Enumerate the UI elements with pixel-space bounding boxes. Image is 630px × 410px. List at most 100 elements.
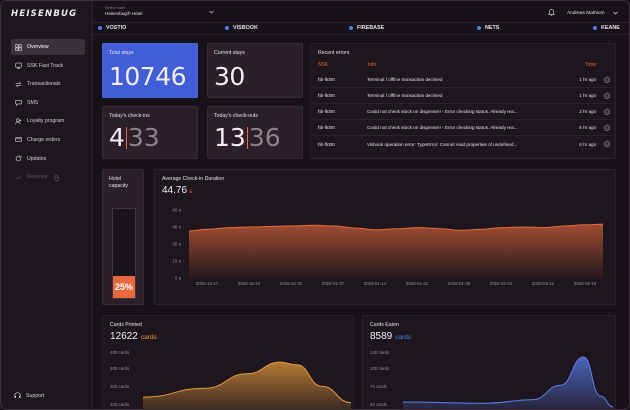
table-row[interactable]: hb-ft000 Visbook operation error: TypeEr… <box>318 136 610 152</box>
info-icon[interactable] <box>604 92 610 99</box>
service-name: NETS <box>485 25 500 31</box>
x-tick-label: 2026-02-18 <box>574 281 597 286</box>
sidebar-item-sms[interactable]: SMS <box>11 95 85 111</box>
kpi-split-value: 4 33 <box>109 123 160 152</box>
sidebar-item-label: Charge orders <box>27 136 61 143</box>
status-dot-icon <box>225 26 229 30</box>
column-header-ssk: SSK <box>318 62 329 68</box>
status-dot-icon <box>98 26 102 30</box>
kpi-current-stays: Current stays 30 <box>207 43 303 98</box>
dashboard-icon <box>15 43 22 51</box>
kpi-value: 30 <box>214 62 245 91</box>
y-tick-label: 400 cards <box>110 350 130 355</box>
recent-errors-panel: Recent errors SSK Info Time hb-ft000 Ter… <box>310 43 616 159</box>
hotel-capacity-card: Hotel capacity 25% <box>102 169 144 305</box>
sidebar-item-transactionals[interactable]: Transactionals <box>11 76 85 92</box>
cards-eaten-panel: Cards Eaten 8589 cards 140 cards 100 cards… <box>362 315 616 409</box>
app-window: HEISENBUG Overview SSK Fast Track Transa… <box>0 0 630 410</box>
kiosk-icon <box>15 62 22 69</box>
x-tick-label: 2026-02-04 <box>490 281 513 286</box>
kpi-checkins: Today's check-ins 4 33 <box>102 106 198 159</box>
user-name[interactable]: Andreas Mathium <box>567 11 605 16</box>
service-name: VISBOOK <box>233 25 258 31</box>
service-status-keane: KEANE <box>593 25 620 31</box>
sidebar-item-updates[interactable]: Updates <box>11 151 85 167</box>
info-icon[interactable] <box>604 76 610 83</box>
kpi-value: 10746 <box>109 62 187 91</box>
service-name: FIREBASE <box>357 25 385 31</box>
cards-printed-chart: 400 cards 300 cards 200 cards 100 cards <box>110 350 352 409</box>
service-status-visbook: VISBOOK <box>225 25 258 31</box>
y-tick-label: 75 cards <box>370 384 388 389</box>
error-info: Terminal / offline transaction declined <box>366 77 443 82</box>
error-info: Could not check stock on dispenser! - Er… <box>366 109 518 114</box>
table-row[interactable]: hb-ft000 Terminal / offline transaction … <box>318 72 610 88</box>
support-label: Support <box>26 392 45 399</box>
y-tick-label: 140 cards <box>370 350 390 355</box>
kpi-checkouts: Today's check-outs 13 36 <box>207 106 303 159</box>
error-info: Could not check stock on dispenser! - Er… <box>366 125 518 130</box>
avg-checkin-chart: 0 s 15 s 30 s 45 s 60 s 2025-12-17 2025-12-24 2… <box>172 208 604 286</box>
sidebar-item-charge-orders[interactable]: Charge orders <box>11 132 85 148</box>
kpi-title: Today's check-ins <box>109 113 150 119</box>
support-link[interactable]: Support <box>14 392 44 399</box>
error-info: Visbook operation error: TypeError: Cann… <box>366 141 518 147</box>
sms-icon <box>15 100 22 107</box>
info-icon[interactable] <box>604 124 610 131</box>
kpi-divider <box>246 126 248 149</box>
column-header-info: Info <box>368 62 377 68</box>
chevron-down-icon[interactable] <box>613 11 618 15</box>
service-name: VOSTIO <box>106 25 127 31</box>
service-status-firebase: FIREBASE <box>349 25 384 31</box>
error-info: Terminal / offline transaction declined <box>366 93 443 98</box>
sidebar-item-loyalty-program[interactable]: Loyalty program <box>11 113 85 129</box>
y-tick-label: 200 cards <box>110 384 130 389</box>
loyalty-icon <box>15 118 22 125</box>
errors-table-header: SSK Info Time <box>318 62 610 70</box>
error-ssk: hb-ft000 <box>318 109 335 114</box>
kpi-done: 4 <box>109 123 125 152</box>
y-tick-label: 300 cards <box>110 366 130 371</box>
x-tick-label: 2025-12-24 <box>238 281 261 286</box>
y-tick-label: 0 s <box>175 276 182 281</box>
error-time: 1 hr ago <box>579 93 597 98</box>
table-row[interactable]: hb-ft000 Could not check stock on dispen… <box>318 104 610 120</box>
status-dot-icon <box>593 26 597 30</box>
kpi-total-stays: Total stays 10746 <box>102 43 198 98</box>
area-fill <box>189 224 603 278</box>
table-row[interactable]: hb-ft000 Terminal / offline transaction … <box>318 88 610 104</box>
bell-icon[interactable] <box>548 8 555 16</box>
x-tick-label: 2025-12-17 <box>196 281 219 286</box>
status-dot-icon <box>349 26 353 30</box>
sidebar-item-overview[interactable]: Overview <box>11 39 85 55</box>
brand-logo[interactable]: HEISENBUG <box>11 9 85 21</box>
error-ssk: hb-ft000 <box>318 125 335 130</box>
kpi-title: Current stays <box>214 50 245 56</box>
hotel-selector[interactable]: Select hotel Heisenbug® Hotel <box>105 6 142 16</box>
y-tick-label: 15 s <box>172 259 181 264</box>
error-ssk: hb-ft000 <box>318 93 335 98</box>
error-ssk: hb-ft000 <box>318 141 335 147</box>
service-status-bar: VOSTIO VISBOOK FIREBASE NETS KEANE <box>93 23 629 35</box>
column-header-time: Time <box>585 62 596 68</box>
x-tick-label: 2026-01-28 <box>448 281 471 286</box>
kpi-done: 13 <box>214 123 246 152</box>
kpi-split-value: 13 36 <box>214 123 281 152</box>
sidebar-item-ssk-fast-track[interactable]: SSK Fast Track <box>11 58 85 74</box>
capacity-bar: 25% <box>112 208 136 299</box>
info-icon[interactable] <box>604 108 610 115</box>
credit-card-icon <box>15 137 22 143</box>
transaction-icon <box>15 81 22 87</box>
kpi-total: 33 <box>127 123 160 152</box>
panel-title: Hotel capacity <box>109 176 129 189</box>
topbar: Select hotel Heisenbug® Hotel Andreas Ma… <box>93 1 629 23</box>
x-tick-label: 2026-01-21 <box>406 281 429 286</box>
hotel-selector-label: Select hotel <box>105 6 125 10</box>
kpi-title: Total stays <box>109 50 134 56</box>
x-tick-label: 2025-12-31 <box>280 281 303 286</box>
error-time: 1 hr ago <box>579 77 597 82</box>
table-row[interactable]: hb-ft000 Could not check stock on dispen… <box>318 120 610 136</box>
info-icon[interactable] <box>604 141 610 147</box>
chevron-down-icon[interactable] <box>209 10 214 14</box>
kpi-title: Today's check-outs <box>214 113 258 119</box>
